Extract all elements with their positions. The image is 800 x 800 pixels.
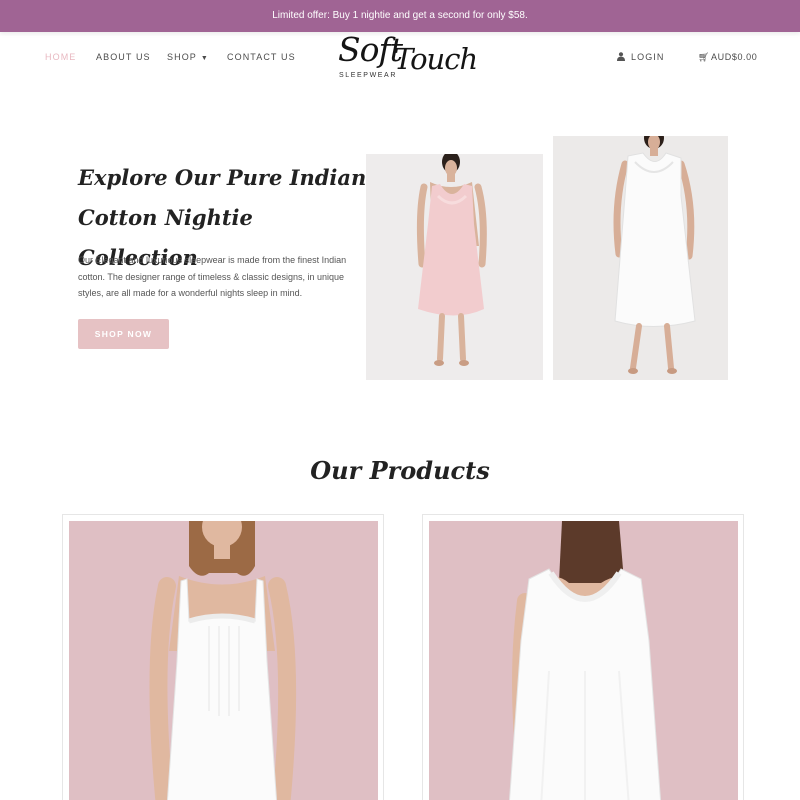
shop-now-button[interactable]: SHOP NOW (78, 319, 169, 349)
nav-shop-link[interactable]: SHOP ▼ (167, 52, 209, 62)
logo-soft-text: Soft (338, 30, 403, 69)
product-image-front[interactable] (69, 521, 378, 800)
login-label: LOGIN (631, 52, 665, 62)
announcement-bar: Limited offer: Buy 1 nightie and get a s… (0, 0, 800, 32)
nav-contact-link[interactable]: CONTACT US (227, 52, 296, 62)
nav-about-link[interactable]: ABOUT US (96, 52, 151, 62)
user-icon (617, 52, 625, 63)
logo-touch-text: Touch (394, 42, 478, 76)
hero-image-white-nightie (553, 136, 728, 380)
hero-image-pink-nightie (366, 154, 543, 380)
logo-subtitle: SLEEPWEAR (339, 72, 397, 79)
cart-link[interactable]: 🛒︎AUD$0.00 (698, 52, 757, 63)
hero-description: Our Elegant and luxurious sleepwear is m… (78, 255, 347, 298)
product-card[interactable] (422, 514, 744, 800)
nav-home-link[interactable]: HOME (45, 52, 76, 62)
cart-total: AUD$0.00 (711, 52, 758, 62)
nav-shop-label: SHOP (167, 52, 197, 62)
brand-logo[interactable]: Soft Touch SLEEPWEAR (336, 30, 478, 84)
product-card[interactable] (62, 514, 384, 800)
caret-down-icon: ▼ (200, 55, 209, 62)
products-section-title: Our Products (310, 456, 490, 485)
product-image-back[interactable] (429, 521, 738, 800)
login-link[interactable]: LOGIN (617, 52, 665, 63)
cart-icon: 🛒︎ (698, 52, 711, 62)
